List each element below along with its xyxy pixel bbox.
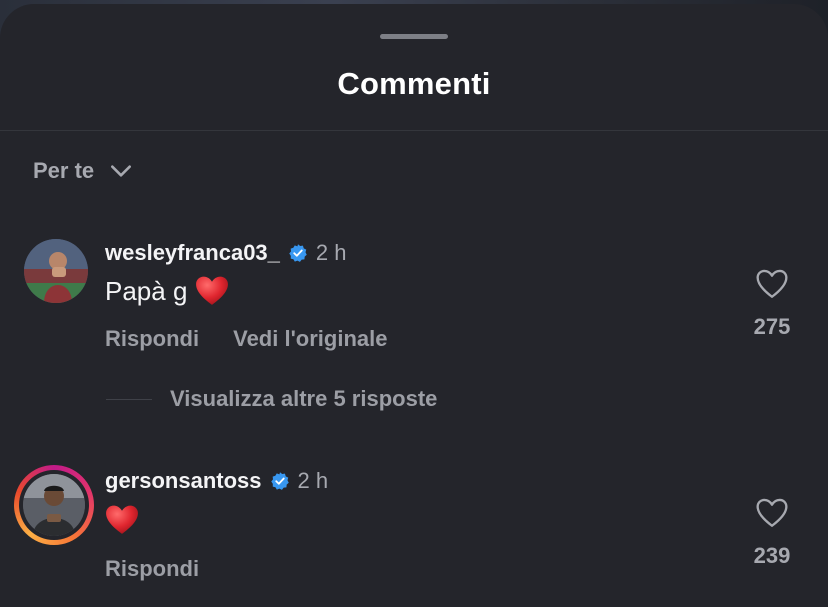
comment-body: Papà g (105, 275, 188, 306)
reply-button[interactable]: Rispondi (105, 556, 199, 582)
like-control: 239 (742, 497, 802, 569)
view-more-replies-label: Visualizza altre 5 risposte (170, 386, 438, 411)
view-more-replies[interactable]: Visualizza altre 5 risposte (106, 386, 437, 412)
avatar-photo (23, 474, 85, 536)
like-control: 275 (742, 268, 802, 340)
verified-badge-icon (289, 244, 307, 262)
username[interactable]: wesleyfranca03_ (105, 240, 280, 266)
timestamp: 2 h (297, 468, 329, 493)
drag-handle[interactable] (380, 34, 448, 39)
sort-label: Per te (33, 158, 95, 183)
page-title: Commenti (337, 66, 491, 101)
avatar[interactable] (24, 239, 88, 303)
username[interactable]: gersonsantoss (105, 468, 262, 494)
heart-emoji-icon (106, 505, 138, 534)
comment-actions: Rispondi (105, 556, 199, 582)
heart-emoji-icon (196, 276, 229, 305)
reply-button[interactable]: Rispondi (105, 326, 199, 352)
like-count: 239 (753, 543, 791, 568)
avatar-photo (24, 239, 88, 303)
comment-text (105, 504, 139, 536)
chevron-down-icon (111, 165, 132, 177)
heart-outline-icon[interactable] (755, 497, 789, 529)
avatar[interactable] (23, 474, 85, 536)
timestamp: 2 h (315, 240, 347, 265)
comment-text: Papà g (105, 275, 229, 307)
sort-dropdown[interactable]: Per te (33, 155, 134, 187)
comment-header: wesleyfranca03_ 2 h (105, 240, 347, 266)
see-original-button[interactable]: Vedi l'originale (233, 326, 387, 352)
comment-actions: Rispondi Vedi l'originale (105, 326, 388, 352)
header-divider (0, 130, 828, 131)
comment-header: gersonsantoss 2 h (105, 468, 328, 494)
like-count: 275 (753, 314, 791, 339)
verified-badge-icon (270, 472, 289, 490)
reply-thread-line (106, 398, 152, 400)
comments-sheet: Commenti Per te wesleyfranca03_ 2 h Papà… (0, 4, 828, 607)
heart-outline-icon[interactable] (755, 268, 789, 300)
